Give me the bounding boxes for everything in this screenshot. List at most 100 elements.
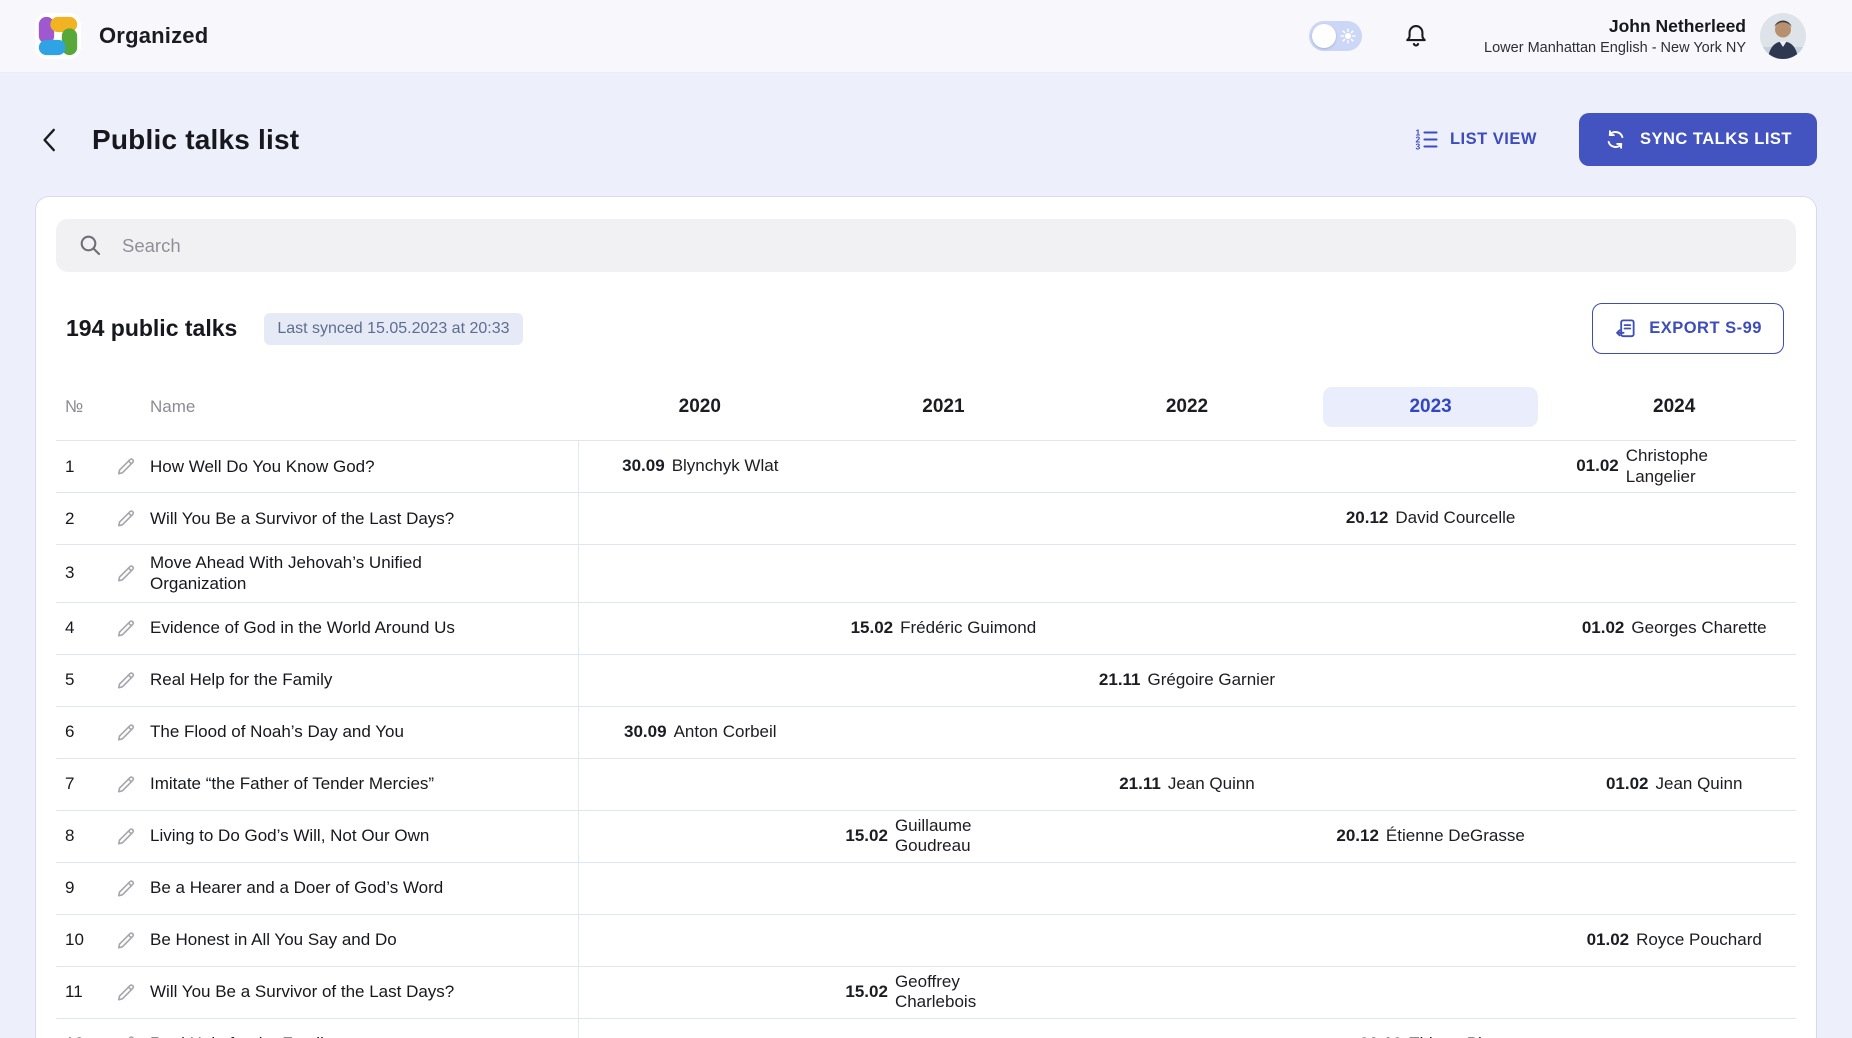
pencil-icon xyxy=(114,877,137,900)
talks-table-body: 1How Well Do You Know God?30.09Blynchyk … xyxy=(56,440,1796,1038)
svg-text:3: 3 xyxy=(1415,142,1420,152)
talk-year-cell-2021[interactable]: 15.02Frédéric Guimond xyxy=(822,603,1066,654)
talk-name: Will You Be a Survivor of the Last Days? xyxy=(150,967,578,1018)
chevron-left-icon xyxy=(40,126,62,154)
table-row: 8Living to Do God’s Will, Not Our Own15.… xyxy=(56,810,1796,862)
year-header-2022[interactable]: 2022 xyxy=(1065,387,1309,427)
talk-year-cell-2022 xyxy=(1065,493,1309,544)
talk-year-cell-2022[interactable]: 21.11Jean Quinn xyxy=(1065,759,1309,810)
talk-year-cell-2022 xyxy=(1065,967,1309,1018)
row-number: 9 xyxy=(56,863,100,914)
talk-year-cell-2023 xyxy=(1309,915,1553,966)
talk-year-cell-2024[interactable]: 01.02Royce Pouchard xyxy=(1552,915,1796,966)
export-button[interactable]: EXPORT S-99 xyxy=(1592,303,1784,354)
edit-talk-button[interactable] xyxy=(100,811,150,862)
talk-name: The Flood of Noah’s Day and You xyxy=(150,707,578,758)
row-number: 10 xyxy=(56,915,100,966)
year-header-2020[interactable]: 2020 xyxy=(578,387,822,427)
row-number: 6 xyxy=(56,707,100,758)
talk-year-cell-2023 xyxy=(1309,545,1553,602)
talk-date: 20.12 xyxy=(1360,1034,1403,1038)
pencil-icon xyxy=(114,669,137,692)
talk-year-cell-2020[interactable]: 30.09Anton Corbeil xyxy=(578,707,822,758)
avatar[interactable] xyxy=(1760,13,1806,59)
user-text: John Netherleed Lower Manhattan English … xyxy=(1484,16,1746,56)
search-input[interactable] xyxy=(122,235,1774,257)
year-header-2023[interactable]: 2023 xyxy=(1309,387,1553,427)
year-header-2021[interactable]: 2021 xyxy=(822,387,1066,427)
table-row: 10Be Honest in All You Say and Do01.02Ro… xyxy=(56,914,1796,966)
bell-icon xyxy=(1402,22,1430,50)
table-row: 12Real Help for the Family20.12Thierry P… xyxy=(56,1018,1796,1038)
talk-year-cell-2024[interactable]: 01.02Georges Charette xyxy=(1552,603,1796,654)
talk-year-cell-2022 xyxy=(1065,707,1309,758)
sync-talks-button[interactable]: SYNC TALKS LIST xyxy=(1579,113,1817,166)
edit-talk-button[interactable] xyxy=(100,441,150,492)
talks-count: 194 public talks xyxy=(66,315,237,342)
talk-year-cell-2024[interactable]: 01.02Jean Quinn xyxy=(1552,759,1796,810)
edit-talk-button[interactable] xyxy=(100,863,150,914)
talk-year-cell-2021[interactable]: 15.02Guillaume Goudreau xyxy=(822,811,1066,862)
talk-year-cell-2023[interactable]: 20.12 Étienne DeGrasse xyxy=(1309,811,1553,862)
notifications-button[interactable] xyxy=(1402,22,1430,50)
year-header-2024[interactable]: 2024 xyxy=(1552,387,1796,427)
talk-year-cell-2024 xyxy=(1552,967,1796,1018)
theme-toggle[interactable] xyxy=(1309,21,1362,51)
row-number: 8 xyxy=(56,811,100,862)
last-synced-badge: Last synced 15.05.2023 at 20:33 xyxy=(264,313,522,345)
edit-talk-button[interactable] xyxy=(100,707,150,758)
user-name: John Netherleed xyxy=(1484,16,1746,37)
edit-talk-button[interactable] xyxy=(100,603,150,654)
talk-speaker: Jean Quinn xyxy=(1655,774,1742,794)
page-title: Public talks list xyxy=(92,123,299,157)
edit-talk-button[interactable] xyxy=(100,545,150,602)
user-menu[interactable]: John Netherleed Lower Manhattan English … xyxy=(1484,13,1806,59)
edit-talk-button[interactable] xyxy=(100,759,150,810)
talk-year-cell-2021 xyxy=(822,863,1066,914)
table-row: 2Will You Be a Survivor of the Last Days… xyxy=(56,492,1796,544)
search-bar[interactable] xyxy=(56,219,1796,272)
talk-year-cell-2020 xyxy=(578,915,822,966)
pencil-icon xyxy=(114,507,137,530)
talk-year-cell-2022 xyxy=(1065,545,1309,602)
talk-year-cell-2021 xyxy=(822,759,1066,810)
talk-year-cell-2023[interactable]: 20.12David Courcelle xyxy=(1309,493,1553,544)
talk-year-cell-2020 xyxy=(578,545,822,602)
row-number: 5 xyxy=(56,655,100,706)
talk-year-cell-2021 xyxy=(822,655,1066,706)
talk-year-cell-2024 xyxy=(1552,707,1796,758)
list-view-button[interactable]: 123 LIST VIEW xyxy=(1414,127,1537,152)
talk-year-cell-2021[interactable]: 15.02Geoffrey Charlebois xyxy=(822,967,1066,1018)
edit-talk-button[interactable] xyxy=(100,915,150,966)
talk-date: 01.02 xyxy=(1582,618,1625,638)
back-button[interactable] xyxy=(38,124,64,156)
talk-date: 20.12 xyxy=(1336,826,1379,846)
talk-year-cell-2024 xyxy=(1552,493,1796,544)
talk-year-cell-2020 xyxy=(578,655,822,706)
row-number: 2 xyxy=(56,493,100,544)
pencil-icon xyxy=(114,1033,137,1038)
talk-year-cell-2020[interactable]: 30.09Blynchyk Wlat xyxy=(578,441,822,492)
talk-speaker: Jean Quinn xyxy=(1168,774,1255,794)
toggle-knob xyxy=(1312,24,1336,48)
talk-speaker: Étienne DeGrasse xyxy=(1386,826,1525,846)
pencil-icon xyxy=(114,929,137,952)
table-row: 11Will You Be a Survivor of the Last Day… xyxy=(56,966,1796,1018)
talk-date: 01.02 xyxy=(1576,456,1619,476)
meta-row: 194 public talks Last synced 15.05.2023 … xyxy=(56,303,1796,354)
talk-year-cell-2022 xyxy=(1065,1019,1309,1038)
num-header: № xyxy=(56,397,100,417)
talk-year-cell-2022[interactable]: 21.11Grégoire Garnier xyxy=(1065,655,1309,706)
edit-talk-button[interactable] xyxy=(100,493,150,544)
talk-year-cell-2024[interactable]: 01.02Christophe Langelier xyxy=(1552,441,1796,492)
table-row: 4Evidence of God in the World Around Us1… xyxy=(56,602,1796,654)
table-row: 9Be a Hearer and a Doer of God’s Word xyxy=(56,862,1796,914)
talk-date: 20.12 xyxy=(1346,508,1389,528)
talk-date: 15.02 xyxy=(845,826,888,846)
talk-year-cell-2022 xyxy=(1065,915,1309,966)
talks-table: № Name 20202021202220232024 1How Well Do… xyxy=(56,387,1796,1038)
talk-year-cell-2023[interactable]: 20.12Thierry Pitre xyxy=(1309,1019,1553,1038)
edit-talk-button[interactable] xyxy=(100,967,150,1018)
edit-talk-button[interactable] xyxy=(100,1019,150,1038)
edit-talk-button[interactable] xyxy=(100,655,150,706)
